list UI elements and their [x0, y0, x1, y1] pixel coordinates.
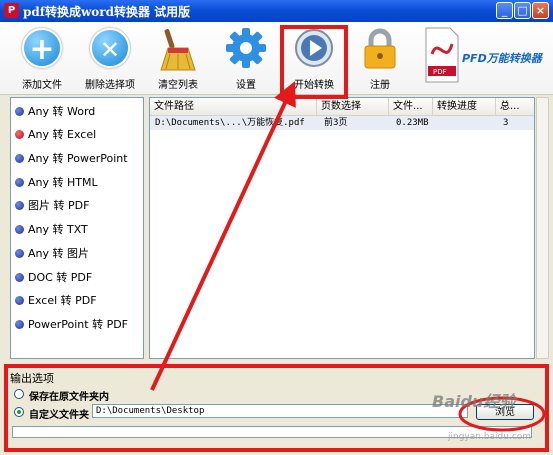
add-icon: +: [22, 28, 62, 68]
mode-item-doc-pdf[interactable]: DOC 转 PDF: [15, 269, 92, 287]
conversion-mode-list: Any 转 Word Any 转 Excel Any 转 PowerPoint …: [10, 97, 144, 359]
clear-list-button[interactable]: 清空列表: [146, 26, 210, 92]
play-icon: [294, 28, 334, 68]
watermark-url: jingyan.baidu.com: [448, 432, 532, 442]
pdf-document-icon: PDF: [425, 27, 459, 83]
clear-list-label: 清空列表: [158, 80, 198, 91]
bullet-icon: [15, 201, 24, 210]
radio-same-folder-label[interactable]: 保存在原文件夹内: [29, 388, 109, 403]
cell-progress: [435, 116, 500, 130]
cell-pages[interactable]: 前3页: [319, 116, 392, 130]
column-header-size[interactable]: 文件...: [389, 98, 433, 115]
gear-icon: [226, 28, 266, 68]
mode-item-any-powerpoint[interactable]: Any 转 PowerPoint: [15, 150, 128, 168]
radio-custom-folder[interactable]: [14, 407, 24, 417]
bullet-selected-icon: [15, 130, 24, 139]
start-convert-button[interactable]: 开始转换: [282, 26, 346, 92]
bullet-icon: [15, 296, 24, 305]
bullet-icon: [15, 178, 24, 187]
toolbar: + 添加文件 ✕ 删除选择项 清空列表 设置 开始转换 注册 PDF PFD万能…: [0, 22, 553, 95]
delete-selected-label: 删除选择项: [85, 80, 135, 91]
bullet-icon: [15, 249, 24, 258]
brand-logo: PDF PFD万能转换器: [422, 26, 552, 92]
add-file-button[interactable]: + 添加文件: [10, 26, 74, 92]
pdf-app-icon: P: [4, 3, 19, 18]
bullet-icon: [15, 320, 24, 329]
cell-total: 3: [503, 118, 509, 128]
table-header: 文件路径 页数选择 文件... 转换进度 总...: [150, 98, 534, 116]
maximize-button[interactable]: □: [514, 2, 531, 19]
register-button[interactable]: 注册: [348, 26, 412, 92]
mode-item-any-excel[interactable]: Any 转 Excel: [15, 126, 96, 144]
radio-same-folder[interactable]: [14, 389, 24, 399]
window-title: pdf转换成word转换器 试用版: [23, 5, 191, 19]
mode-item-any-html[interactable]: Any 转 HTML: [15, 174, 98, 192]
column-header-path[interactable]: 文件路径: [150, 98, 317, 115]
bullet-icon: [15, 273, 24, 282]
lock-icon: [360, 28, 400, 69]
close-button[interactable]: ×: [532, 2, 549, 19]
output-path-field[interactable]: D:\Documents\Desktop: [92, 404, 468, 418]
bullet-icon: [15, 154, 24, 163]
settings-label: 设置: [236, 80, 256, 91]
mode-item-any-word[interactable]: Any 转 Word: [15, 103, 95, 121]
mode-item-image-pdf[interactable]: 图片 转 PDF: [15, 197, 89, 215]
cell-path: D:\Documents\...\万能恢复.pdf: [155, 118, 305, 128]
watermark-text: Baidu经验: [432, 392, 516, 411]
svg-text:PDF: PDF: [433, 68, 447, 76]
mode-item-powerpoint-pdf[interactable]: PowerPoint 转 PDF: [15, 316, 128, 334]
mode-item-any-txt[interactable]: Any 转 TXT: [15, 221, 88, 239]
add-file-label: 添加文件: [22, 80, 62, 91]
output-options-legend: 输出选项: [10, 372, 54, 385]
register-label: 注册: [370, 80, 390, 91]
vertical-scrollbar[interactable]: [536, 97, 549, 359]
settings-button[interactable]: 设置: [214, 26, 278, 92]
delete-icon: ✕: [90, 28, 130, 68]
title-bar: P pdf转换成word转换器 试用版 _ □ ×: [0, 0, 553, 22]
table-row[interactable]: D:\Documents\...\万能恢复.pdf 前3页 0.23MB 3: [150, 116, 534, 130]
column-header-progress[interactable]: 转换进度: [433, 98, 496, 115]
column-header-pages[interactable]: 页数选择: [317, 98, 389, 115]
broom-icon: [158, 28, 198, 71]
brand-name: PFD万能转换器: [462, 52, 542, 65]
mode-item-excel-pdf[interactable]: Excel 转 PDF: [15, 292, 97, 310]
bullet-icon: [15, 225, 24, 234]
delete-selected-button[interactable]: ✕ 删除选择项: [78, 26, 142, 92]
start-convert-label: 开始转换: [294, 80, 334, 91]
cell-size: 0.23MB: [396, 118, 429, 128]
minimize-button[interactable]: _: [496, 2, 513, 19]
mode-item-any-image[interactable]: Any 转 图片: [15, 245, 89, 263]
column-header-total[interactable]: 总...: [496, 98, 534, 115]
bullet-icon: [15, 107, 24, 116]
radio-custom-folder-label[interactable]: 自定义文件夹: [29, 406, 89, 421]
file-table: 文件路径 页数选择 文件... 转换进度 总... D:\Documents\.…: [149, 97, 535, 359]
